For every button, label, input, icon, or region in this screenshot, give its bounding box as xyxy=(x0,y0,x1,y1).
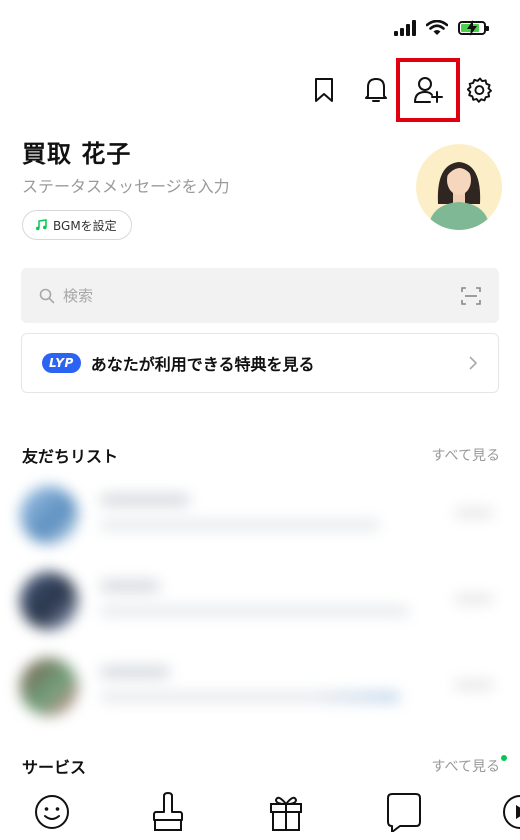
profile-name[interactable]: 買取 花子 xyxy=(22,134,131,169)
list-item[interactable] xyxy=(0,644,520,728)
bell-icon[interactable] xyxy=(358,72,394,108)
bgm-label: BGMを設定 xyxy=(53,218,117,233)
add-friend-icon[interactable] xyxy=(396,58,460,122)
music-note-icon xyxy=(36,219,47,231)
cellular-signal-icon xyxy=(394,20,416,36)
search-placeholder: 検索 xyxy=(63,287,94,305)
qr-scan-icon[interactable] xyxy=(461,286,481,305)
bgm-button[interactable]: BGMを設定 xyxy=(22,210,132,240)
speech-bubble-icon[interactable] xyxy=(384,792,424,832)
new-indicator-dot xyxy=(501,755,507,761)
avatar[interactable] xyxy=(416,144,502,230)
list-item[interactable] xyxy=(0,472,520,556)
services-title: サービス xyxy=(22,758,87,777)
chevron-right-icon xyxy=(469,356,478,370)
services-row xyxy=(0,792,520,840)
status-bar xyxy=(394,20,489,36)
status-message-input[interactable]: ステータスメッセージを入力 xyxy=(22,173,230,197)
services-see-all-link[interactable]: すべて見る xyxy=(431,755,507,776)
friends-section-header: 友だちリスト すべて見る xyxy=(22,443,500,467)
header-actions xyxy=(290,58,498,122)
search-input[interactable]: 検索 xyxy=(21,268,499,323)
list-item[interactable] xyxy=(0,558,520,642)
services-see-all-label: すべて見る xyxy=(431,759,500,775)
friends-see-all-link[interactable]: すべて見る xyxy=(432,445,500,465)
friends-list xyxy=(0,472,520,722)
benefits-banner[interactable]: LYP あなたが利用できる特典を見る xyxy=(21,333,499,393)
search-icon xyxy=(39,288,55,303)
bookmark-icon[interactable] xyxy=(306,72,342,108)
brush-icon[interactable] xyxy=(148,792,188,832)
services-section-header: サービス すべて見る xyxy=(22,754,507,778)
wifi-icon xyxy=(426,20,448,35)
gift-icon[interactable] xyxy=(266,792,306,832)
play-icon[interactable] xyxy=(500,792,520,832)
battery-charging-icon xyxy=(458,20,489,36)
lyp-badge: LYP xyxy=(42,353,81,373)
smiley-icon[interactable] xyxy=(32,792,72,832)
settings-gear-icon[interactable] xyxy=(462,72,498,108)
benefits-text: あなたが利用できる特典を見る xyxy=(90,355,315,374)
friends-title: 友だちリスト xyxy=(22,447,119,466)
